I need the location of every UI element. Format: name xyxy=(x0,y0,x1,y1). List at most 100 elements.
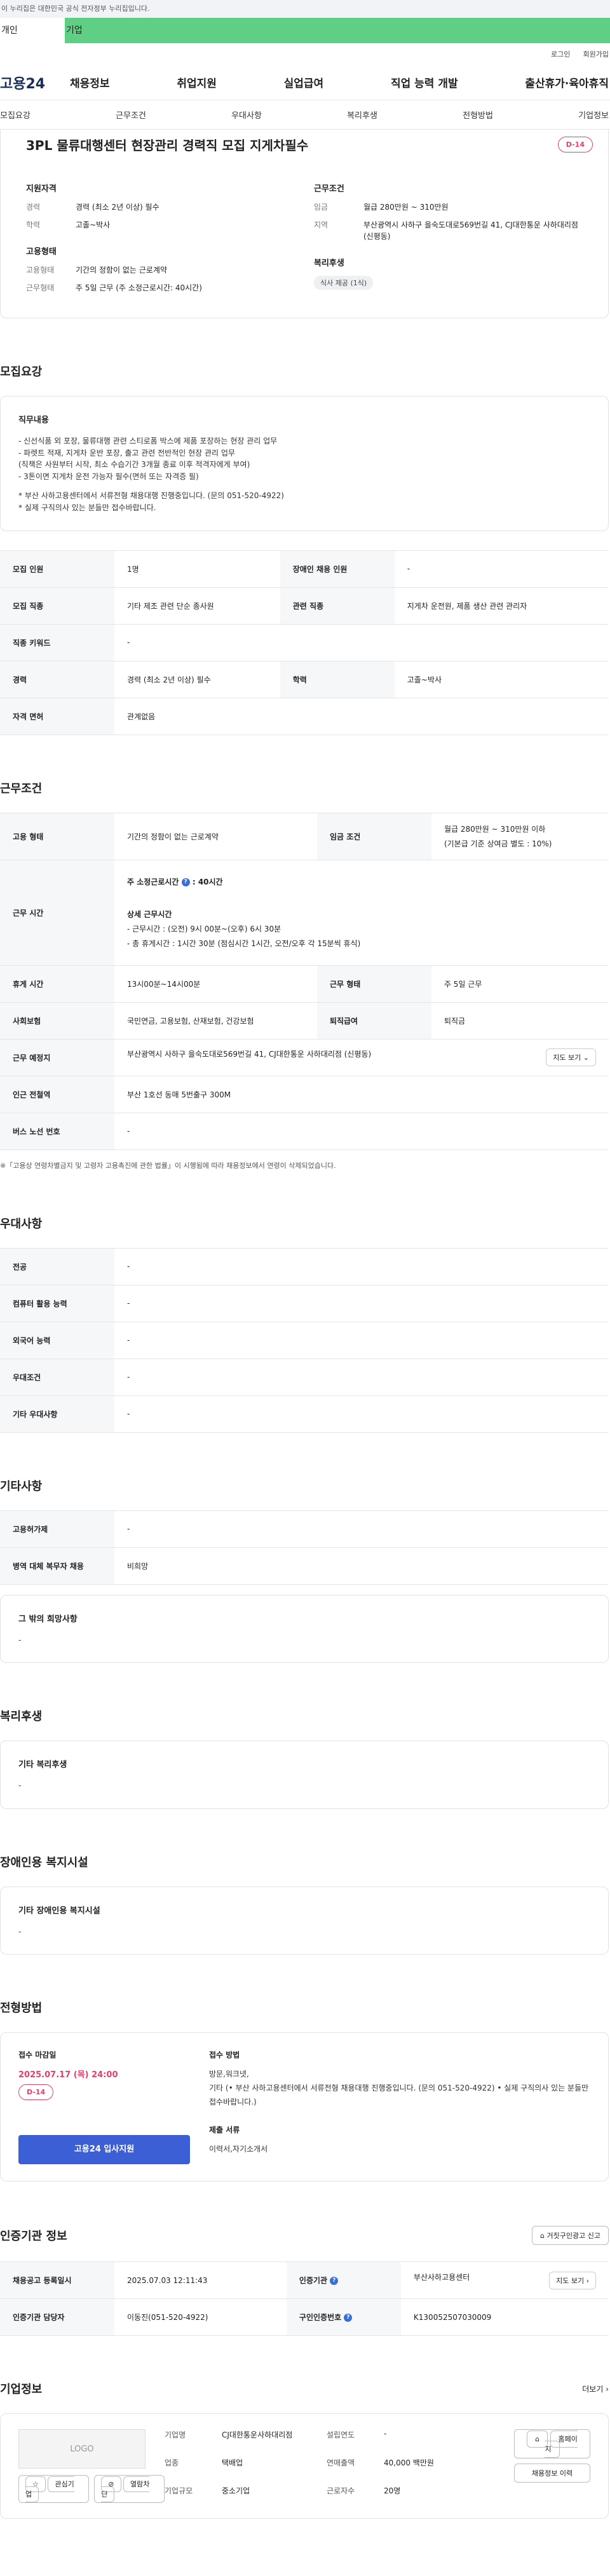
section-title-recruit: 모집요강 xyxy=(0,365,43,379)
company-row: 설립연도 - xyxy=(327,2429,489,2447)
sum-value: 월급 280만원 ~ 310만원 xyxy=(363,203,449,212)
method-value: 기타 (• 부산 사하고용센터에서 서류전형 채용대행 진행중입니다. (문의 … xyxy=(209,2083,589,2106)
section-title-prefer: 우대사항 xyxy=(0,1217,43,1231)
method-value: 방문,워크넷, xyxy=(209,2070,249,2079)
gnb-item-leave[interactable]: 출산휴가·육아휴직 xyxy=(525,74,609,90)
duty-line: * 부산 사하고용센터에서 서류전형 채용대행 진행중입니다. (문의 051-… xyxy=(18,491,284,501)
favorite-button[interactable]: ☆ 관심기업 xyxy=(18,2475,90,2504)
login-link[interactable]: 로그인 xyxy=(551,49,570,59)
prefer-table: 전공 - 컴퓨터 활용 능력 - 외국어 능력 - 우대조건 - 기타 우대사항 - xyxy=(0,1247,609,1433)
table-key: 병역 대체 복무자 채용 xyxy=(0,1547,114,1585)
table-value: - xyxy=(114,1510,609,1548)
weekly-hours-value: : 40시간 xyxy=(192,878,223,887)
table-value: 비희망 xyxy=(114,1547,609,1585)
table-value: 이동진(051-520-4922) xyxy=(114,2298,287,2336)
welfare-chip: 식사 제공 (1식) xyxy=(314,276,374,290)
gnb-item-training[interactable]: 직업 능력 개발 xyxy=(391,74,458,90)
deadline-label: 접수 마감일 xyxy=(18,2051,57,2060)
company-value: 택배업 xyxy=(222,2458,243,2468)
num-label: 구인인증번호 xyxy=(299,2313,342,2322)
table-row: 인증기관 담당자 이동진(051-520-4922) 구인인증번호 ? K130… xyxy=(0,2298,609,2336)
company-value: 중소기업 xyxy=(222,2486,250,2496)
table-row: 직종 키워드 - xyxy=(0,623,609,661)
org-label: 인증기관 xyxy=(299,2276,328,2286)
section-title-work: 근무조건 xyxy=(0,782,43,796)
company-row: 업종 택배업 xyxy=(165,2457,327,2475)
sum-row: 경력 경력 (최소 2년 이상) 필수 xyxy=(26,201,295,213)
table-row: 버스 노선 번호 - xyxy=(0,1112,609,1150)
table-row: 기타 우대사항 - xyxy=(0,1395,609,1433)
gov-notice: 이 누리집은 대한민국 공식 전자정부 누리집입니다. xyxy=(0,0,610,18)
company-key: 근로자수 xyxy=(327,2486,355,2496)
table-value: 부산사하고용센터 지도 보기 › xyxy=(400,2261,609,2300)
gnb-item-support[interactable]: 취업지원 xyxy=(177,74,217,90)
sum-key: 학력 xyxy=(26,220,41,229)
table-value: - xyxy=(114,1247,609,1285)
sum-value: 부산광역시 사하구 을숙도대로569번길 41, CJ대한통운 사하대리점 (신… xyxy=(363,220,578,241)
table-key: 직종 키워드 xyxy=(0,623,114,661)
sum-row: 지역 부산광역시 사하구 을숙도대로569번길 41, CJ대한통운 사하대리점 … xyxy=(314,219,583,242)
welfare-heading: 복리후생 xyxy=(314,259,344,268)
table-key: 구인인증번호 ? xyxy=(286,2298,401,2336)
table-value: 주 5일 근무 xyxy=(431,965,609,1003)
company-key: 설립연도 xyxy=(327,2430,355,2440)
block-button[interactable]: ⊘ 열람차단 xyxy=(94,2475,165,2504)
company-row: 기업명 CJ대한통운사하대리점 xyxy=(165,2429,327,2447)
section-title-company: 기업정보 xyxy=(0,2383,43,2397)
welfare-box-heading: 기타 복리후생 xyxy=(18,1760,67,1770)
agency-map-button[interactable]: 지도 보기 › xyxy=(549,2271,596,2289)
sum-key: 고용형태 xyxy=(26,266,55,275)
more-link[interactable]: 더보기 › xyxy=(582,2383,609,2394)
company-info: 기업명 CJ대한통운사하대리점 설립연도 - 업종 택배업 연매출액 40,000 백만… xyxy=(165,2429,489,2503)
help-icon[interactable]: ? xyxy=(344,2314,353,2322)
signup-link[interactable]: 회원가입 xyxy=(583,49,609,59)
duty-line: (직책은 사원부터 시작, 최소 수습기간 3개월 종료 이후 적격자에게 부여… xyxy=(18,460,250,470)
table-row: 근무 예정지 부산광역시 사하구 을숙도대로569번길 41, CJ대한통운 사… xyxy=(0,1038,609,1076)
table-key: 자격 면허 xyxy=(0,697,114,735)
table-key: 모집 인원 xyxy=(0,550,114,588)
table-key: 전공 xyxy=(0,1247,114,1285)
company-row: 연매출액 40,000 백만원 xyxy=(327,2457,489,2475)
disabled-box-heading: 기타 장애인용 복지시설 xyxy=(18,1906,100,1916)
tab-company[interactable]: 기업 xyxy=(65,18,610,43)
anchor-tabs: 모집요강 근무조건 우대사항 복리후생 전형방법 기업정보 xyxy=(0,100,610,130)
anchor-recruit[interactable]: 모집요강 xyxy=(0,109,30,121)
table-key: 근무 형태 xyxy=(316,965,431,1003)
company-value: CJ대한통운사하대리점 xyxy=(222,2430,293,2440)
deadline-value: 2025.07.17 (목) 24:00 xyxy=(18,2070,118,2080)
apply-button[interactable]: 고용24 입사지원 xyxy=(18,2135,190,2165)
table-key: 휴게 시간 xyxy=(0,965,114,1003)
wage-line: 월급 280만원 ~ 310만원 이하 xyxy=(444,825,546,834)
help-icon[interactable]: ? xyxy=(330,2277,339,2286)
job-history-button[interactable]: 채용정보 이력 xyxy=(514,2464,590,2483)
report-button-label: 거짓구인광고 신고 xyxy=(546,2232,600,2240)
work-table: 고용 형태 기간의 정함이 없는 근로계약 임금 조건 월급 280만원 ~ 3… xyxy=(0,812,609,1150)
homepage-button[interactable]: ⌂ 홈페이지 xyxy=(514,2429,590,2459)
anchor-company[interactable]: 기업정보 xyxy=(578,109,609,121)
company-value: - xyxy=(384,2429,387,2439)
site-logo[interactable]: 고용24 xyxy=(0,72,70,93)
anchor-prefer[interactable]: 우대사항 xyxy=(231,109,262,121)
table-key: 기타 우대사항 xyxy=(0,1395,114,1433)
other-wishes-value: - xyxy=(18,1635,22,1644)
welfare-box: 기타 복리후생 - xyxy=(0,1740,609,1809)
company-links: ⌂ 홈페이지 채용정보 이력 xyxy=(489,2429,590,2503)
company-header: 기업정보 더보기 › xyxy=(0,2380,609,2397)
table-value: - xyxy=(114,1395,609,1433)
anchor-work[interactable]: 근무조건 xyxy=(116,109,146,121)
weekly-hours: 주 소정근로시간 ? : 40시간 xyxy=(127,876,596,887)
table-key: 퇴직급여 xyxy=(316,1001,431,1040)
gnb-item-unemployment[interactable]: 실업급여 xyxy=(284,74,324,90)
table-row: 우대조건 - xyxy=(0,1358,609,1396)
map-button[interactable]: 지도 보기 ⌄ xyxy=(546,1048,596,1067)
help-icon[interactable]: ? xyxy=(181,878,190,887)
tab-personal[interactable]: 개인 xyxy=(0,18,65,43)
company-actions: ☆ 관심기업 ⊘ 열람차단 xyxy=(18,2475,165,2504)
more-label: 더보기 xyxy=(582,2384,604,2394)
gnb-item-jobs[interactable]: 채용정보 xyxy=(70,74,110,90)
anchor-welfare[interactable]: 복리후생 xyxy=(347,109,377,121)
sum-value: 고졸~박사 xyxy=(76,220,111,229)
company-value: 40,000 백만원 xyxy=(384,2458,434,2468)
anchor-apply[interactable]: 전형방법 xyxy=(463,109,493,121)
report-fake-ad-button[interactable]: ⌂ 거짓구인광고 신고 xyxy=(532,2226,609,2246)
